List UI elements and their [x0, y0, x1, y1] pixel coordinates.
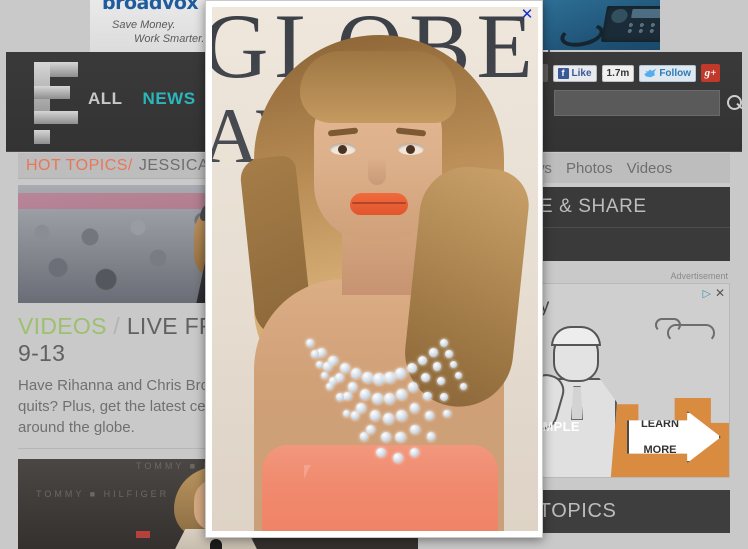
facebook-like-count: 1.7m [601, 64, 635, 82]
lightbox-bottom-border [206, 531, 542, 537]
twitter-follow-button[interactable]: Follow [639, 64, 696, 82]
phone-cord-icon [558, 19, 606, 50]
dress-folds [304, 465, 454, 533]
lips [350, 193, 408, 215]
twitter-follow-label: Follow [659, 67, 691, 79]
cloud-icon [667, 324, 715, 342]
facebook-like-label: Like [571, 67, 592, 79]
photo-lightbox[interactable]: ✕ GLOBE AWARD [205, 0, 543, 538]
subnav-item-videos[interactable]: Videos [627, 160, 673, 177]
broadvox-tagline: Save Money. Work Smarter. [112, 18, 205, 46]
hair-fringe [300, 51, 456, 123]
pupil-left [338, 145, 347, 154]
tagline-line-1: Save Money. [112, 19, 176, 31]
close-icon[interactable]: ✕ [518, 5, 536, 23]
phone-body-icon [600, 6, 670, 42]
search-input[interactable] [555, 91, 722, 115]
story-separator: / [113, 313, 121, 339]
google-plus-icon[interactable]: g+ [701, 64, 720, 82]
twitter-icon [644, 68, 657, 78]
broadvox-logo: broadvox [77, 0, 199, 14]
backdrop-logo-mark [136, 531, 150, 538]
nav-item-all[interactable]: ALL [88, 89, 123, 109]
search-icon[interactable] [722, 90, 748, 116]
pupil-right [406, 145, 415, 154]
backdrop-text-2: TOMMY ■ HILFIGER [36, 489, 170, 499]
statement-necklace [300, 335, 467, 464]
phone-nav-pad [610, 9, 629, 23]
social-buttons: f Like 1.7m Follow g+ [528, 64, 720, 82]
phone-keypad [623, 22, 661, 38]
hot-topics-label: HOT TOPICS/ [26, 156, 133, 174]
businessman-illustration [519, 326, 627, 477]
search-bar[interactable] [554, 90, 742, 116]
nose [368, 157, 386, 185]
lightbox-photo: GLOBE AWARD [212, 7, 538, 533]
photo-subject [238, 17, 533, 533]
phone-screen [631, 9, 663, 18]
story-kicker: VIDEOS [18, 313, 107, 339]
banner-filler [660, 0, 748, 52]
e-logo[interactable] [28, 62, 86, 144]
ad-controls: ▷ ✕ [702, 286, 725, 300]
facebook-like-button[interactable]: f Like [552, 64, 597, 82]
tagline-line-2: Work Smarter. [134, 33, 205, 45]
nav-item-news[interactable]: NEWS [143, 89, 196, 109]
ad-close-icon[interactable]: ✕ [715, 286, 725, 300]
broadvox-brand-text: broadvox [102, 0, 199, 14]
lip-line [352, 202, 406, 204]
adchoices-icon[interactable]: ▷ [702, 287, 710, 300]
facebook-icon: f [557, 67, 569, 79]
subnav-item-photos[interactable]: Photos [566, 160, 613, 177]
page-root: broadvox Save Money. Work Smarter. ALL N… [0, 0, 748, 549]
